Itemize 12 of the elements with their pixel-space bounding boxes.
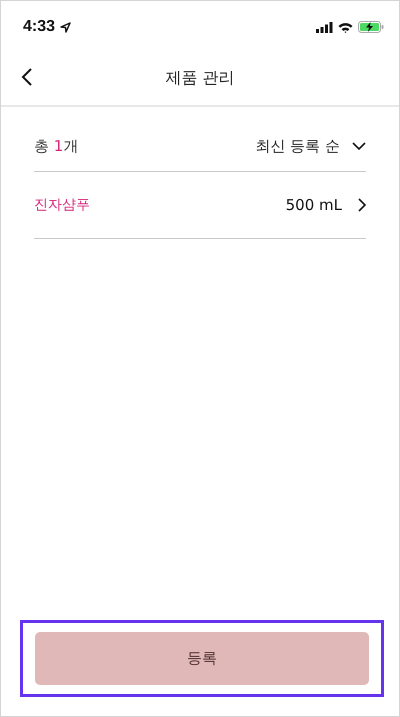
- product-row[interactable]: 진자샴푸 500 mL: [34, 172, 366, 239]
- wifi-icon: [338, 22, 353, 32]
- battery-charging-icon: [358, 21, 384, 33]
- page-title: 제품 관리: [165, 68, 235, 88]
- signal-icon: [316, 22, 333, 32]
- chevron-right-icon: [358, 198, 366, 212]
- status-time: 4:33: [23, 18, 56, 36]
- chevron-down-icon: [352, 142, 366, 150]
- back-button[interactable]: [21, 67, 33, 87]
- location-arrow-icon: [60, 22, 72, 32]
- total-count: 총 1개: [34, 136, 78, 156]
- sort-dropdown[interactable]: 최신 등록 순: [255, 136, 366, 156]
